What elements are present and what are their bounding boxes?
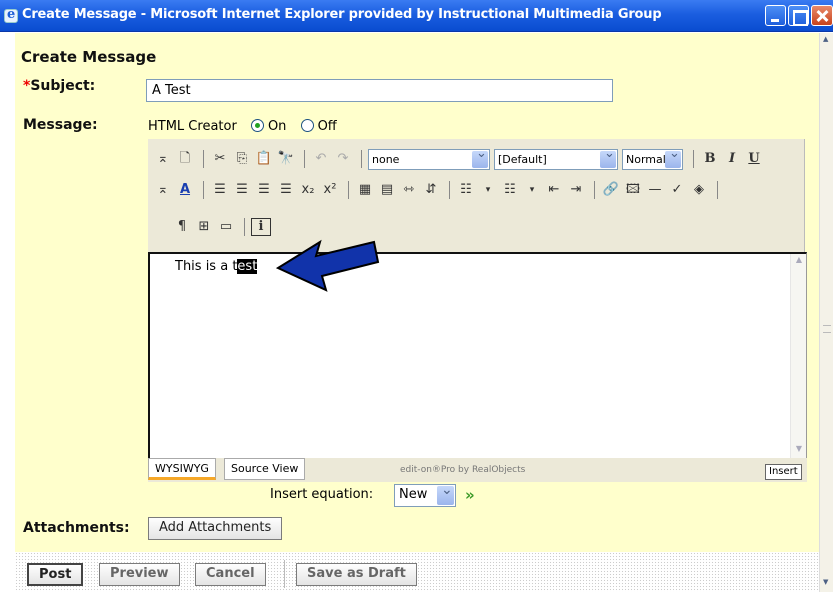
arrow-annotation-icon xyxy=(275,239,380,292)
attachments-label: Attachments: xyxy=(23,520,130,536)
left-margin xyxy=(0,33,15,592)
message-label: Message: xyxy=(23,117,98,133)
chevron-down-icon[interactable] xyxy=(437,482,454,505)
justify-icon[interactable]: ☰ xyxy=(276,180,296,200)
superscript-icon[interactable]: x² xyxy=(320,180,340,200)
align-right-icon[interactable]: ☰ xyxy=(254,180,274,200)
add-attachments-button[interactable]: Add Attachments xyxy=(148,517,283,540)
bullet-list-icon[interactable]: ☷ xyxy=(456,180,476,200)
close-button[interactable] xyxy=(811,5,833,26)
tab-wysiwyg[interactable]: WYSIWYG xyxy=(148,458,216,480)
object-icon[interactable]: ◈ xyxy=(689,180,709,200)
italic-button[interactable]: I xyxy=(722,149,742,169)
merge-cells-icon[interactable]: ⇿ xyxy=(399,180,419,200)
cancel-button[interactable]: Cancel xyxy=(195,563,266,586)
collapse-icon[interactable]: ⌅ xyxy=(153,149,173,169)
table-insert-icon[interactable]: ▤ xyxy=(377,180,397,200)
equation-select[interactable]: New xyxy=(394,482,456,507)
bold-button[interactable]: B xyxy=(700,149,720,169)
underline-button[interactable]: U xyxy=(744,149,764,169)
collapse-icon[interactable]: ⌅ xyxy=(153,180,173,200)
align-center-icon[interactable]: ☰ xyxy=(232,180,252,200)
spellcheck-icon[interactable]: ✓ xyxy=(667,180,687,200)
html-creator-row: HTML Creator On Off xyxy=(148,119,337,134)
minimize-button[interactable] xyxy=(765,5,786,26)
toolbar-row-2: ⌅ A ☰ ☰ ☰ ☰ x₂ x² ▦ ▤ ⇿ ⇵ ☷ ▾ ☷ ▾ ⇤ ⇥ 🔗 … xyxy=(148,176,805,204)
scroll-up-icon[interactable]: ▲ xyxy=(792,255,806,269)
cut-icon[interactable]: ✂ xyxy=(210,149,230,169)
toolbar-row-3: ¶ ⊞ ▭ i xyxy=(148,213,805,241)
selected-text: est xyxy=(237,259,258,274)
chevron-down-icon[interactable] xyxy=(600,146,616,168)
outdent-icon[interactable]: ⇤ xyxy=(544,180,564,200)
page-title: Create Message xyxy=(21,48,157,66)
scroll-grip[interactable] xyxy=(823,325,831,333)
maximize-button[interactable] xyxy=(788,5,809,26)
html-creator-off-radio[interactable] xyxy=(300,119,314,132)
new-document-icon[interactable]: 🗋 xyxy=(175,149,195,169)
ie-icon xyxy=(4,7,18,23)
toolbar-row-1: ⌅ 🗋 ✂ ⎘ 📋 🔭 ↶ ↷ none [Default] Normal B … xyxy=(148,145,805,173)
size-select[interactable]: Normal xyxy=(622,146,683,170)
window-titlebar: Create Message - Microsoft Internet Expl… xyxy=(0,0,833,32)
font-color-icon[interactable]: A xyxy=(175,180,195,200)
post-button[interactable]: Post xyxy=(27,563,84,586)
redo-icon[interactable]: ↷ xyxy=(333,149,353,169)
subject-input[interactable]: A Test xyxy=(146,79,613,102)
info-icon[interactable]: i xyxy=(251,218,271,236)
align-left-icon[interactable]: ☰ xyxy=(210,180,230,200)
numbered-list-icon[interactable]: ☷ xyxy=(500,180,520,200)
html-creator-on-radio[interactable] xyxy=(250,119,264,132)
editor-toolbar: ⌅ 🗋 ✂ ⎘ 📋 🔭 ↶ ↷ none [Default] Normal B … xyxy=(148,139,805,253)
scroll-down-icon[interactable]: ▼ xyxy=(792,444,806,458)
scroll-up-icon[interactable] xyxy=(822,35,832,47)
chevron-down-icon[interactable] xyxy=(472,146,488,168)
horizontal-rule-icon[interactable]: — xyxy=(645,180,665,200)
editor-scrollbar[interactable]: ▲ ▼ xyxy=(790,254,806,459)
subject-label-text: Subject: xyxy=(30,78,96,94)
chevron-down-icon[interactable]: ▾ xyxy=(478,180,498,200)
insert-mode-indicator: Insert xyxy=(765,464,802,480)
page-scrollbar[interactable] xyxy=(819,33,833,592)
copy-icon[interactable]: ⎘ xyxy=(232,149,252,169)
paragraph-icon[interactable]: ¶ xyxy=(172,217,192,237)
link-icon[interactable]: 🔗 xyxy=(601,180,621,200)
insert-equation-label: Insert equation: xyxy=(270,487,374,502)
chevron-down-icon[interactable] xyxy=(665,146,681,168)
html-creator-label: HTML Creator xyxy=(148,119,237,134)
scroll-down-icon[interactable] xyxy=(822,578,832,590)
find-icon[interactable]: 🔭 xyxy=(276,149,296,169)
window-title: Create Message - Microsoft Internet Expl… xyxy=(22,7,662,22)
tab-source-view[interactable]: Source View xyxy=(224,458,306,480)
fullscreen-icon[interactable]: ▭ xyxy=(216,217,236,237)
font-select[interactable]: [Default] xyxy=(494,146,618,170)
message-editor[interactable]: This is a test ▲ ▼ xyxy=(148,252,807,460)
split-cells-icon[interactable]: ⇵ xyxy=(421,180,441,200)
go-arrow-icon[interactable]: » xyxy=(465,487,479,503)
table-icon[interactable]: ▦ xyxy=(355,180,375,200)
subject-label: *Subject: xyxy=(23,78,95,94)
properties-icon[interactable]: ⊞ xyxy=(194,217,214,237)
style-select[interactable]: none xyxy=(368,146,490,170)
editor-footer: WYSIWYG Source View edit-on®Pro by RealO… xyxy=(148,458,807,482)
html-creator-on-label[interactable]: On xyxy=(268,119,286,134)
editor-text[interactable]: This is a test xyxy=(175,259,258,274)
undo-icon[interactable]: ↶ xyxy=(311,149,331,169)
indent-icon[interactable]: ⇥ xyxy=(566,180,586,200)
save-as-draft-button[interactable]: Save as Draft xyxy=(296,563,417,586)
preview-button[interactable]: Preview xyxy=(99,563,180,586)
button-divider xyxy=(284,560,285,588)
html-creator-off-label[interactable]: Off xyxy=(318,119,337,134)
chevron-down-icon[interactable]: ▾ xyxy=(522,180,542,200)
subscript-icon[interactable]: x₂ xyxy=(298,180,318,200)
paste-icon[interactable]: 📋 xyxy=(254,149,274,169)
image-icon[interactable]: 🖾 xyxy=(623,180,643,200)
editor-credit: edit-on®Pro by RealObjects xyxy=(400,465,526,475)
